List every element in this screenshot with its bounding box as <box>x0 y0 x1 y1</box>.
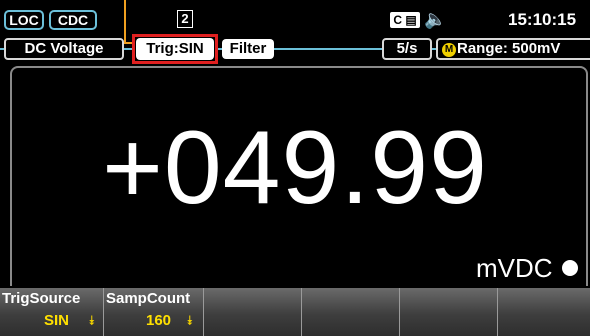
softkey-value: SIN <box>44 312 70 329</box>
ce-icon: C ▤ <box>390 12 420 28</box>
measurement-unit: mVDC <box>476 253 553 283</box>
tab-rate[interactable]: 5/s <box>382 38 432 60</box>
page-number-icon: 2 <box>177 10 193 28</box>
softkey-empty-3[interactable] <box>204 288 302 336</box>
measurement-reading: +049.99 <box>102 110 488 226</box>
softkey-empty-6[interactable] <box>498 288 590 336</box>
clock: 15:10:15 <box>508 10 577 29</box>
tab-filter[interactable]: Filter <box>222 39 274 59</box>
arrow-down-icon: ⯯ <box>88 313 96 328</box>
softkey-title: TrigSource <box>2 290 81 307</box>
softkey-value: 160 <box>146 312 172 329</box>
arrow-down-icon: ⯯ <box>186 313 194 328</box>
tab-trigger[interactable]: Trig:SIN <box>136 38 214 60</box>
tab-dc-voltage[interactable]: DC Voltage <box>4 38 124 60</box>
softkey-empty-5[interactable] <box>400 288 498 336</box>
softkey-empty-4[interactable] <box>302 288 400 336</box>
measurement-indicator-dot <box>562 260 578 276</box>
speaker-icon: 🔈 <box>424 9 447 29</box>
manual-range-icon: M <box>442 43 456 57</box>
ce-label: C <box>393 13 402 27</box>
loc-indicator: LOC <box>4 10 44 30</box>
cdc-indicator: CDC <box>49 10 97 30</box>
softkey-title: SampCount <box>106 290 191 307</box>
tab-range[interactable]: M Range: 500mV <box>436 38 590 60</box>
softkey-sampcount[interactable]: SampCount 160 ⯯ <box>104 288 204 336</box>
range-label: Range: 500mV <box>457 40 561 57</box>
softkey-trigsource[interactable]: TrigSource SIN ⯯ <box>0 288 104 336</box>
